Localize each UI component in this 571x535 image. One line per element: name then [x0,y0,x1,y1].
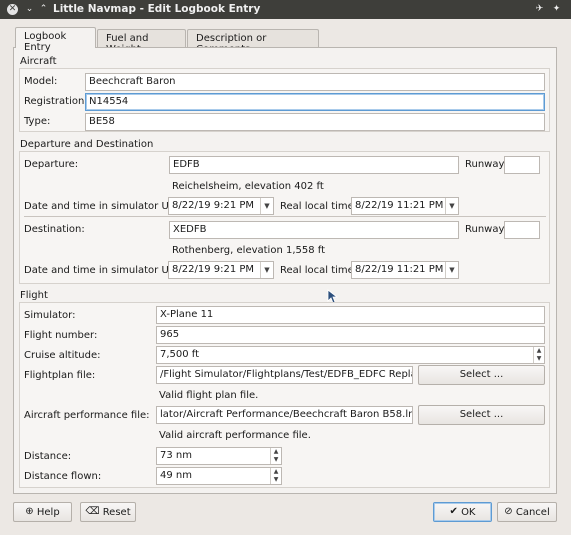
simulator-input[interactable]: X-Plane 11 [156,306,545,324]
reset-button-label: Reset [102,507,131,518]
departure-real-time-label: Real local time: [280,201,358,212]
tab-fuel-and-weight[interactable]: Fuel and Weight [97,29,186,55]
flightplan-status: Valid flight plan file. [159,390,259,401]
destination-runway-input[interactable] [504,221,540,239]
destination-runway-label: Runway [465,224,505,235]
destination-sim-time-value: 8/22/19 9:21 PM [172,264,255,275]
dropdown-arrow-icon[interactable]: ▼ [445,262,458,278]
dropdown-arrow-icon[interactable]: ▼ [260,262,273,278]
registration-label: Registration: [24,96,88,107]
route-section-title: Departure and Destination [20,139,154,150]
flight-number-input[interactable]: 965 [156,326,545,344]
perf-status: Valid aircraft performance file. [159,430,311,441]
shade-icon[interactable]: ✦ [551,4,562,15]
reset-button[interactable]: ⌫ Reset [80,502,136,522]
departure-real-time-input[interactable]: 8/22/19 11:21 PM ▼ [351,197,459,215]
pin-icon[interactable]: ✈ [534,4,545,15]
type-input[interactable]: BE58 [85,113,545,131]
registration-input[interactable]: N14554 [85,93,545,111]
maximize-chevron-icon[interactable]: ⌃ [38,4,49,15]
departure-real-time-value: 8/22/19 11:21 PM [355,200,444,211]
flight-number-label: Flight number: [24,330,98,341]
flightplan-select-button[interactable]: Select ... [418,365,545,385]
cancel-icon: ⊘ [504,506,513,517]
distance-value: 73 nm [160,450,192,461]
ok-button[interactable]: ✔ OK [433,502,492,522]
flightplan-file-input[interactable]: /Flight Simulator/Flightplans/Test/EDFB_… [156,366,413,384]
departure-info: Reichelsheim, elevation 402 ft [172,181,324,192]
destination-sim-time-label: Date and time in simulator UTC: [24,265,185,276]
type-label: Type: [24,116,51,127]
departure-sim-time-value: 8/22/19 9:21 PM [172,200,255,211]
window-title: Little Navmap - Edit Logbook Entry [53,3,261,15]
window-titlebar: ✕ ⌄ ⌃ Little Navmap - Edit Logbook Entry… [0,0,571,19]
departure-label: Departure: [24,159,79,170]
cruise-altitude-value: 7,500 ft [160,349,200,360]
perf-file-input[interactable]: lator/Aircraft Performance/Beechcraft Ba… [156,406,413,424]
model-label: Model: [24,76,58,87]
aircraft-section-title: Aircraft [20,56,57,67]
spin-arrows-icon[interactable]: ▲ ▼ [270,468,281,484]
destination-real-time-label: Real local time: [280,265,358,276]
checkmark-icon: ✔ [449,506,458,517]
spin-arrows-icon[interactable]: ▲ ▼ [270,448,281,464]
cruise-altitude-label: Cruise altitude: [24,350,101,361]
clear-icon: ⌫ [85,506,100,517]
help-button-label: Help [36,507,60,518]
distance-flown-value: 49 nm [160,470,192,481]
model-input[interactable]: Beechcraft Baron [85,73,545,91]
tab-description-or-comments[interactable]: Description or Comments [187,29,319,55]
distance-flown-label: Distance flown: [24,471,102,482]
help-button[interactable]: ⊕ Help [13,502,72,522]
route-separator [24,216,546,217]
destination-label: Destination: [24,224,85,235]
distance-flown-spinbox[interactable]: 49 nm ▲ ▼ [156,467,282,485]
lifebuoy-icon: ⊕ [25,506,34,517]
destination-real-time-value: 8/22/19 11:21 PM [355,264,444,275]
ok-button-label: OK [461,507,476,518]
perf-select-button[interactable]: Select ... [418,405,545,425]
flightplan-file-label: Flightplan file: [24,370,96,381]
destination-real-time-input[interactable]: 8/22/19 11:21 PM ▼ [351,261,459,279]
departure-runway-input[interactable] [504,156,540,174]
tab-logbook-entry-active[interactable]: Logbook Entry [15,27,96,53]
perf-file-label: Aircraft performance file: [24,410,150,421]
simulator-label: Simulator: [24,310,76,321]
dropdown-arrow-icon[interactable]: ▼ [445,198,458,214]
departure-sim-time-label: Date and time in simulator UTC: [24,201,185,212]
cancel-button[interactable]: ⊘ Cancel [497,502,557,522]
departure-input[interactable]: EDFB [169,156,459,174]
departure-runway-label: Runway [465,159,505,170]
flight-section-title: Flight [20,290,48,301]
cruise-altitude-spinbox[interactable]: 7,500 ft ▲ ▼ [156,346,545,364]
distance-label: Distance: [24,451,72,462]
close-window-icon[interactable]: ✕ [7,4,18,15]
departure-sim-time-input[interactable]: 8/22/19 9:21 PM ▼ [168,197,274,215]
dropdown-arrow-icon[interactable]: ▼ [260,198,273,214]
cancel-button-label: Cancel [515,507,550,518]
destination-sim-time-input[interactable]: 8/22/19 9:21 PM ▼ [168,261,274,279]
destination-info: Rothenberg, elevation 1,558 ft [172,245,326,256]
destination-input[interactable]: XEDFB [169,221,459,239]
minimize-chevron-icon[interactable]: ⌄ [24,4,35,15]
distance-spinbox[interactable]: 73 nm ▲ ▼ [156,447,282,465]
spin-arrows-icon[interactable]: ▲ ▼ [533,347,544,363]
